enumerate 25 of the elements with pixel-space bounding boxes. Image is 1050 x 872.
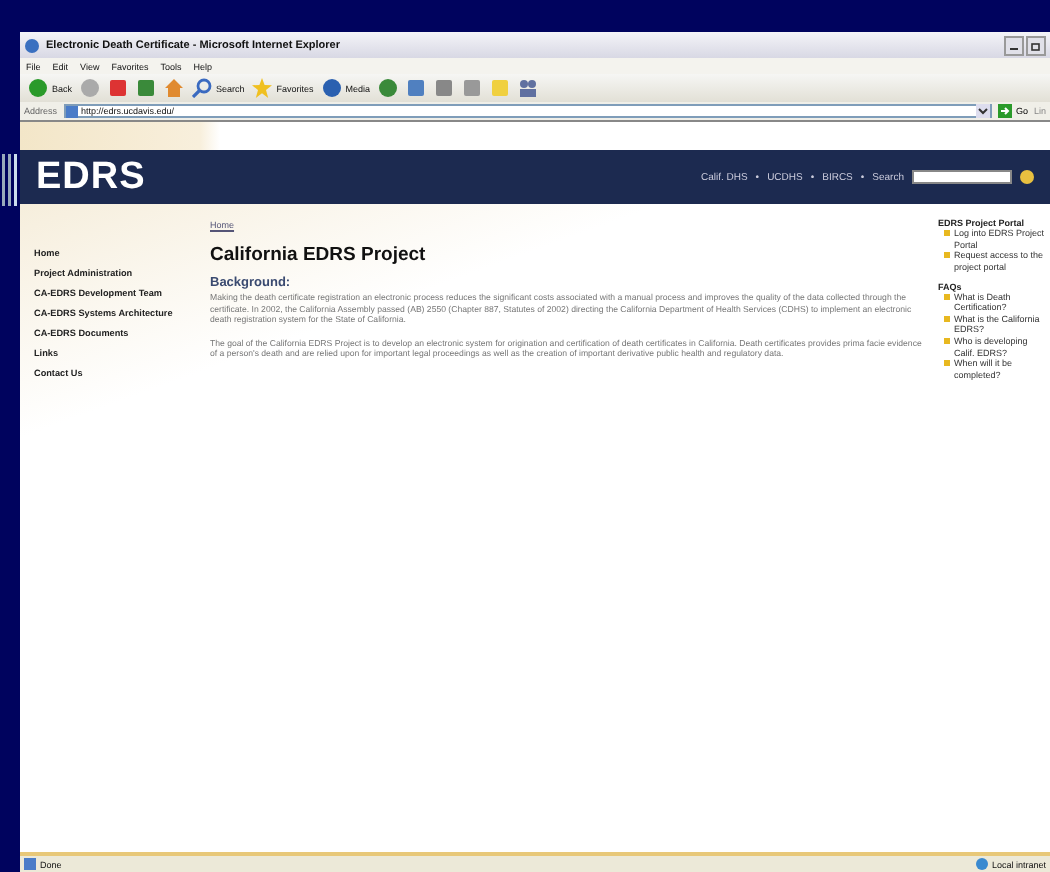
bullet-icon [944,252,950,259]
minimize-button[interactable] [1004,35,1024,55]
home-icon [164,78,185,98]
restore-icon [1030,39,1042,51]
dropdown-icon [975,104,990,118]
bullet-icon [944,293,950,299]
search-field[interactable] [912,170,1012,184]
people-icon [518,78,539,98]
stripes-decoration [2,154,18,206]
site-logo: EDRS [36,155,146,199]
search-icon [192,78,213,98]
toolbar-button[interactable] [164,78,185,98]
star-icon [252,78,273,98]
go-circle-icon[interactable] [1020,170,1034,184]
browser-icon [24,37,40,53]
bullet-icon [944,338,950,344]
bullet-icon [944,315,950,322]
page-heading: California EDRS Project [210,244,426,266]
bullet-icon [944,230,950,236]
restore-button[interactable] [1026,35,1046,55]
bullet-icon [944,360,950,367]
page-icon [24,858,36,870]
arrow-icon [997,104,1012,118]
toolbar-button[interactable] [518,78,539,98]
page-icon [65,105,78,117]
